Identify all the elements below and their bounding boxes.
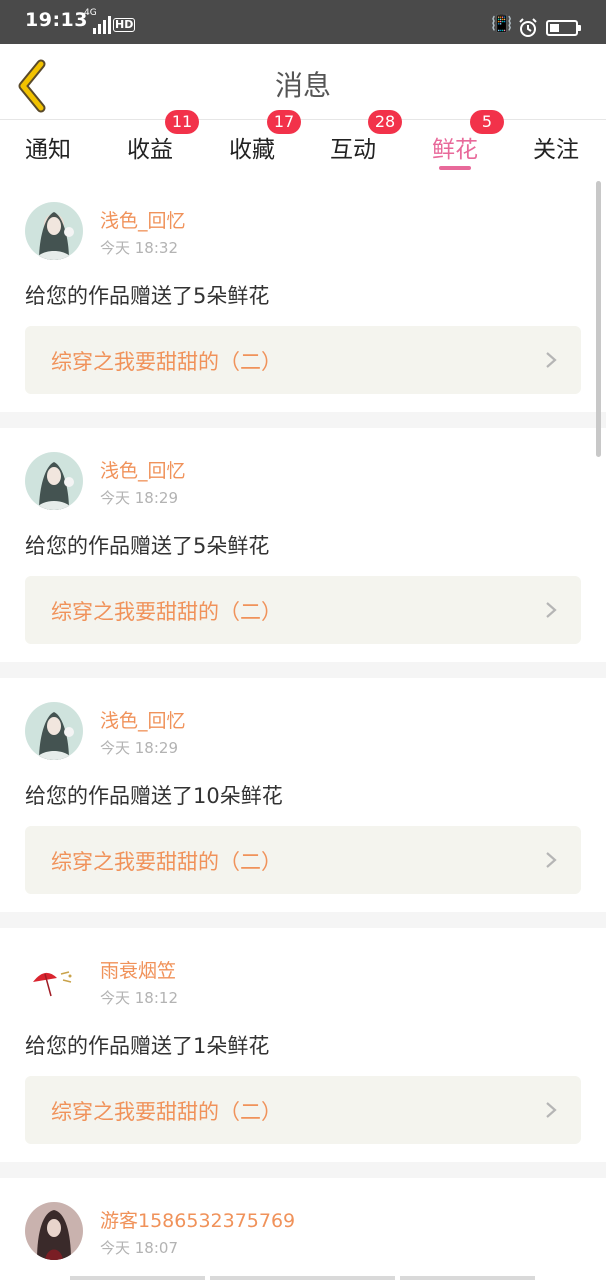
avatar[interactable] (25, 702, 83, 760)
message-card: 浅色_回忆 今天 18:29 给您的作品赠送了5朵鲜花 综穿之我要甜甜的（二） (0, 428, 606, 662)
tab-badge: 11 (165, 110, 199, 134)
chevron-right-icon (546, 352, 557, 368)
avatar[interactable] (25, 202, 83, 260)
tab-flowers[interactable]: 鲜花 5 (432, 110, 504, 164)
tab-badge: 17 (267, 110, 301, 134)
tab-label: 互动 (330, 137, 376, 163)
scrollbar[interactable] (596, 181, 601, 457)
sender-name[interactable]: 浅色_回忆 (100, 706, 186, 733)
sender-name[interactable]: 游客1586532375769 (100, 1206, 295, 1233)
message-text: 给您的作品赠送了5朵鲜花 (25, 284, 270, 308)
work-link[interactable]: 综穿之我要甜甜的（二） (25, 1076, 581, 1144)
message-time: 今天 18:12 (100, 989, 178, 1007)
work-link[interactable]: 综穿之我要甜甜的（二） (25, 326, 581, 394)
message-card: 游客1586532375769 今天 18:07 (0, 1178, 606, 1280)
active-tab-indicator (439, 166, 471, 170)
chevron-right-icon (546, 1102, 557, 1118)
tab-label: 收益 (127, 137, 173, 163)
status-time: 19:13 (25, 9, 88, 31)
tab-label: 通知 (25, 137, 71, 163)
message-card: 浅色_回忆 今天 18:32 给您的作品赠送了5朵鲜花 综穿之我要甜甜的（二） (0, 178, 606, 412)
work-link[interactable]: 综穿之我要甜甜的（二） (25, 826, 581, 894)
work-title: 综穿之我要甜甜的（二） (51, 600, 282, 624)
chevron-right-icon (546, 852, 557, 868)
message-list[interactable]: 浅色_回忆 今天 18:32 给您的作品赠送了5朵鲜花 综穿之我要甜甜的（二） … (0, 178, 606, 1280)
message-time: 今天 18:29 (100, 739, 178, 757)
signal-icon (93, 16, 111, 34)
avatar[interactable] (25, 952, 83, 1010)
message-card: 浅色_回忆 今天 18:29 给您的作品赠送了10朵鲜花 综穿之我要甜甜的（二） (0, 678, 606, 912)
header: 消息 (0, 44, 606, 120)
tab-label: 鲜花 (432, 137, 478, 163)
work-title: 综穿之我要甜甜的（二） (51, 850, 282, 874)
work-title: 综穿之我要甜甜的（二） (51, 1100, 282, 1124)
work-title: 综穿之我要甜甜的（二） (51, 350, 282, 374)
alarm-icon (519, 18, 537, 37)
tab-notifications[interactable]: 通知 (25, 130, 71, 164)
message-text: 给您的作品赠送了1朵鲜花 (25, 1034, 270, 1058)
message-text: 给您的作品赠送了10朵鲜花 (25, 784, 283, 808)
work-link[interactable]: 综穿之我要甜甜的（二） (25, 576, 581, 644)
bottom-nav-hint (0, 1274, 606, 1280)
vibrate-icon: 📳 (491, 14, 513, 34)
hd-badge: HD (113, 18, 136, 32)
message-card: 雨衰烟笠 今天 18:12 给您的作品赠送了1朵鲜花 综穿之我要甜甜的（二） (0, 928, 606, 1162)
avatar[interactable] (25, 1202, 83, 1260)
message-time: 今天 18:07 (100, 1239, 178, 1257)
message-text: 给您的作品赠送了5朵鲜花 (25, 534, 270, 558)
tab-following[interactable]: 关注 (533, 130, 579, 164)
message-time: 今天 18:32 (100, 239, 178, 257)
tab-label: 收藏 (229, 137, 275, 163)
sender-name[interactable]: 雨衰烟笠 (100, 956, 176, 983)
tab-bar: 通知 收益 11 收藏 17 互动 28 鲜花 5 关注 (0, 110, 606, 178)
tab-interactions[interactable]: 互动 28 (330, 110, 402, 164)
tab-label: 关注 (533, 137, 579, 163)
page-title: 消息 (274, 69, 331, 102)
message-time: 今天 18:29 (100, 489, 178, 507)
chevron-right-icon (546, 602, 557, 618)
avatar[interactable] (25, 452, 83, 510)
sender-name[interactable]: 浅色_回忆 (100, 456, 186, 483)
sender-name[interactable]: 浅色_回忆 (100, 206, 186, 233)
tab-badge: 28 (368, 110, 402, 134)
battery-icon (546, 20, 581, 36)
tab-favorites[interactable]: 收藏 17 (229, 110, 301, 164)
tab-badge: 5 (470, 110, 504, 134)
status-bar: 19:13 4G HD 📳 (0, 0, 606, 44)
tab-earnings[interactable]: 收益 11 (127, 110, 199, 164)
